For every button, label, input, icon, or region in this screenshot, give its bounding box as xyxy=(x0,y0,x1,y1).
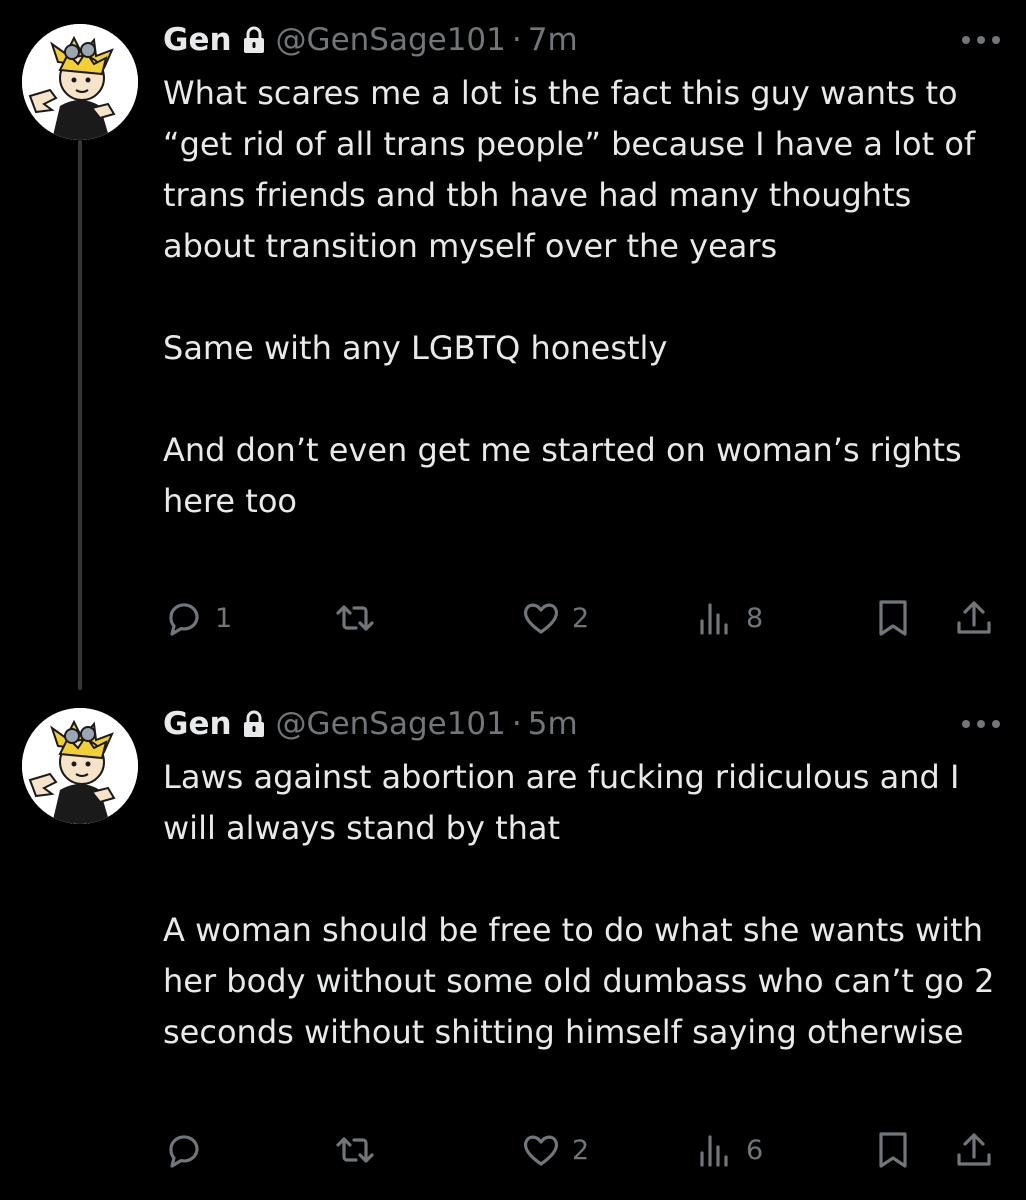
like-button[interactable]: 2 xyxy=(520,594,589,642)
view-count: 6 xyxy=(746,1134,764,1166)
heart-icon xyxy=(520,597,562,639)
views-button[interactable]: 6 xyxy=(694,1126,763,1174)
tweet-paragraph: A woman should be free to do what she wa… xyxy=(163,911,995,1051)
views-icon xyxy=(694,1129,736,1171)
reply-icon xyxy=(163,597,205,639)
bookmark-icon xyxy=(872,1129,914,1171)
retweet-icon xyxy=(334,597,376,639)
view-count: 8 xyxy=(746,602,764,634)
more-icon[interactable] xyxy=(960,18,1002,62)
author-name[interactable]: Gen xyxy=(163,702,232,746)
tweet-paragraph: Laws against abortion are fucking ridicu… xyxy=(163,758,960,847)
more-icon[interactable] xyxy=(960,702,1002,746)
tweet-paragraph: And don’t even get me started on woman’s… xyxy=(163,431,962,520)
lock-icon xyxy=(242,710,266,738)
timestamp[interactable]: 7m xyxy=(528,18,578,62)
timestamp[interactable]: 5m xyxy=(528,702,578,746)
avatar[interactable] xyxy=(22,708,138,824)
retweet-button[interactable] xyxy=(334,594,386,642)
bookmark-button[interactable] xyxy=(872,594,914,642)
share-icon xyxy=(953,1129,995,1171)
tweet-paragraph: Same with any LGBTQ honestly xyxy=(163,329,668,367)
action-bar: 1 2 8 xyxy=(0,594,1026,642)
like-count: 2 xyxy=(572,602,590,634)
reply-icon xyxy=(163,1129,205,1171)
share-button[interactable] xyxy=(953,1126,995,1174)
tweet-header: Gen @GenSage101 · 7m xyxy=(163,18,578,62)
share-button[interactable] xyxy=(953,594,995,642)
tweet-text: Laws against abortion are fucking ridicu… xyxy=(163,752,1003,1058)
author-handle[interactable]: @GenSage101 xyxy=(276,18,506,62)
like-button[interactable]: 2 xyxy=(520,1126,589,1174)
separator-dot: · xyxy=(511,22,522,58)
views-icon xyxy=(694,597,736,639)
retweet-button[interactable] xyxy=(334,1126,386,1174)
lock-icon xyxy=(242,26,266,54)
heart-icon xyxy=(520,1129,562,1171)
views-button[interactable]: 8 xyxy=(694,594,763,642)
reply-count: 1 xyxy=(215,602,233,634)
bookmark-button[interactable] xyxy=(872,1126,914,1174)
separator-dot: · xyxy=(511,706,522,742)
avatar[interactable] xyxy=(22,24,138,140)
action-bar: 2 6 xyxy=(0,1126,1026,1174)
share-icon xyxy=(953,597,995,639)
tweet-header: Gen @GenSage101 · 5m xyxy=(163,702,578,746)
retweet-icon xyxy=(334,1129,376,1171)
reply-button[interactable] xyxy=(163,1126,215,1174)
reply-button[interactable]: 1 xyxy=(163,594,232,642)
tweet-paragraph: What scares me a lot is the fact this gu… xyxy=(163,74,976,265)
author-handle[interactable]: @GenSage101 xyxy=(276,702,506,746)
bookmark-icon xyxy=(872,597,914,639)
like-count: 2 xyxy=(572,1134,590,1166)
tweet-text: What scares me a lot is the fact this gu… xyxy=(163,68,1003,527)
author-name[interactable]: Gen xyxy=(163,18,232,62)
